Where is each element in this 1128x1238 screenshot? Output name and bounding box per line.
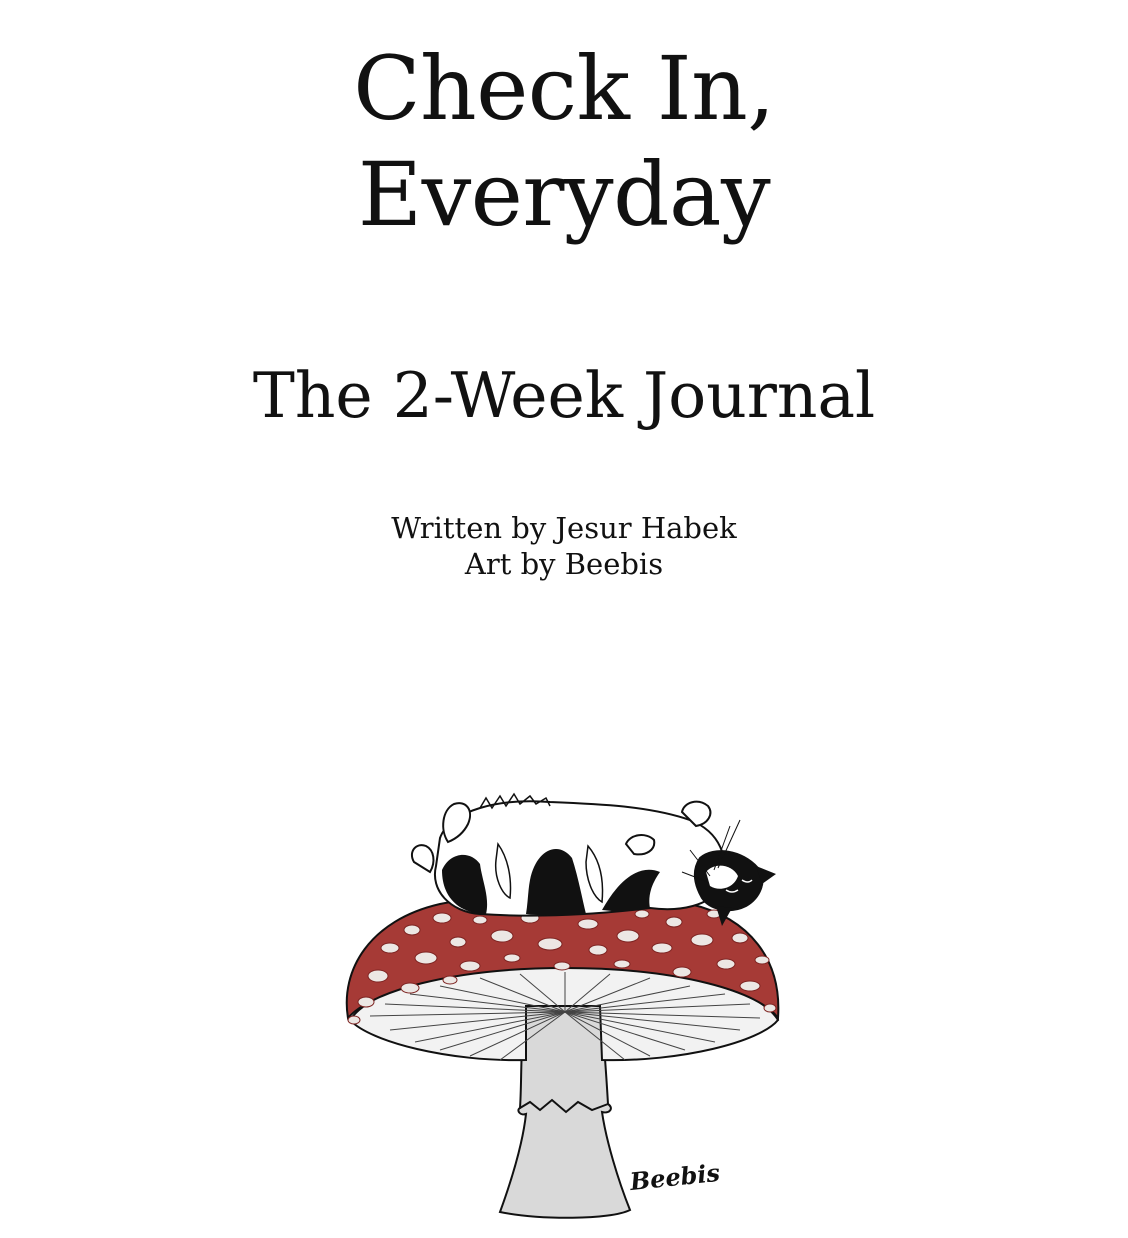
artist-signature: Beebis [627, 1158, 721, 1196]
title-line-1: Check In, [353, 37, 775, 140]
writer-credit: Written by Jesur Habek [391, 511, 737, 545]
title-line-2: Everyday [357, 143, 771, 246]
credits: Written by Jesur Habek Art by Beebis [0, 510, 1128, 582]
journal-title: Check In, Everyday [0, 36, 1128, 248]
artist-credit: Art by Beebis [464, 547, 664, 581]
journal-subtitle: The 2-Week Journal [252, 359, 876, 432]
cat-on-mushroom-illustration: Beebis [345, 792, 780, 1219]
cover-page: Check In, Everyday The 2-Week Journal Wr… [0, 0, 1128, 1238]
cat [410, 792, 776, 926]
